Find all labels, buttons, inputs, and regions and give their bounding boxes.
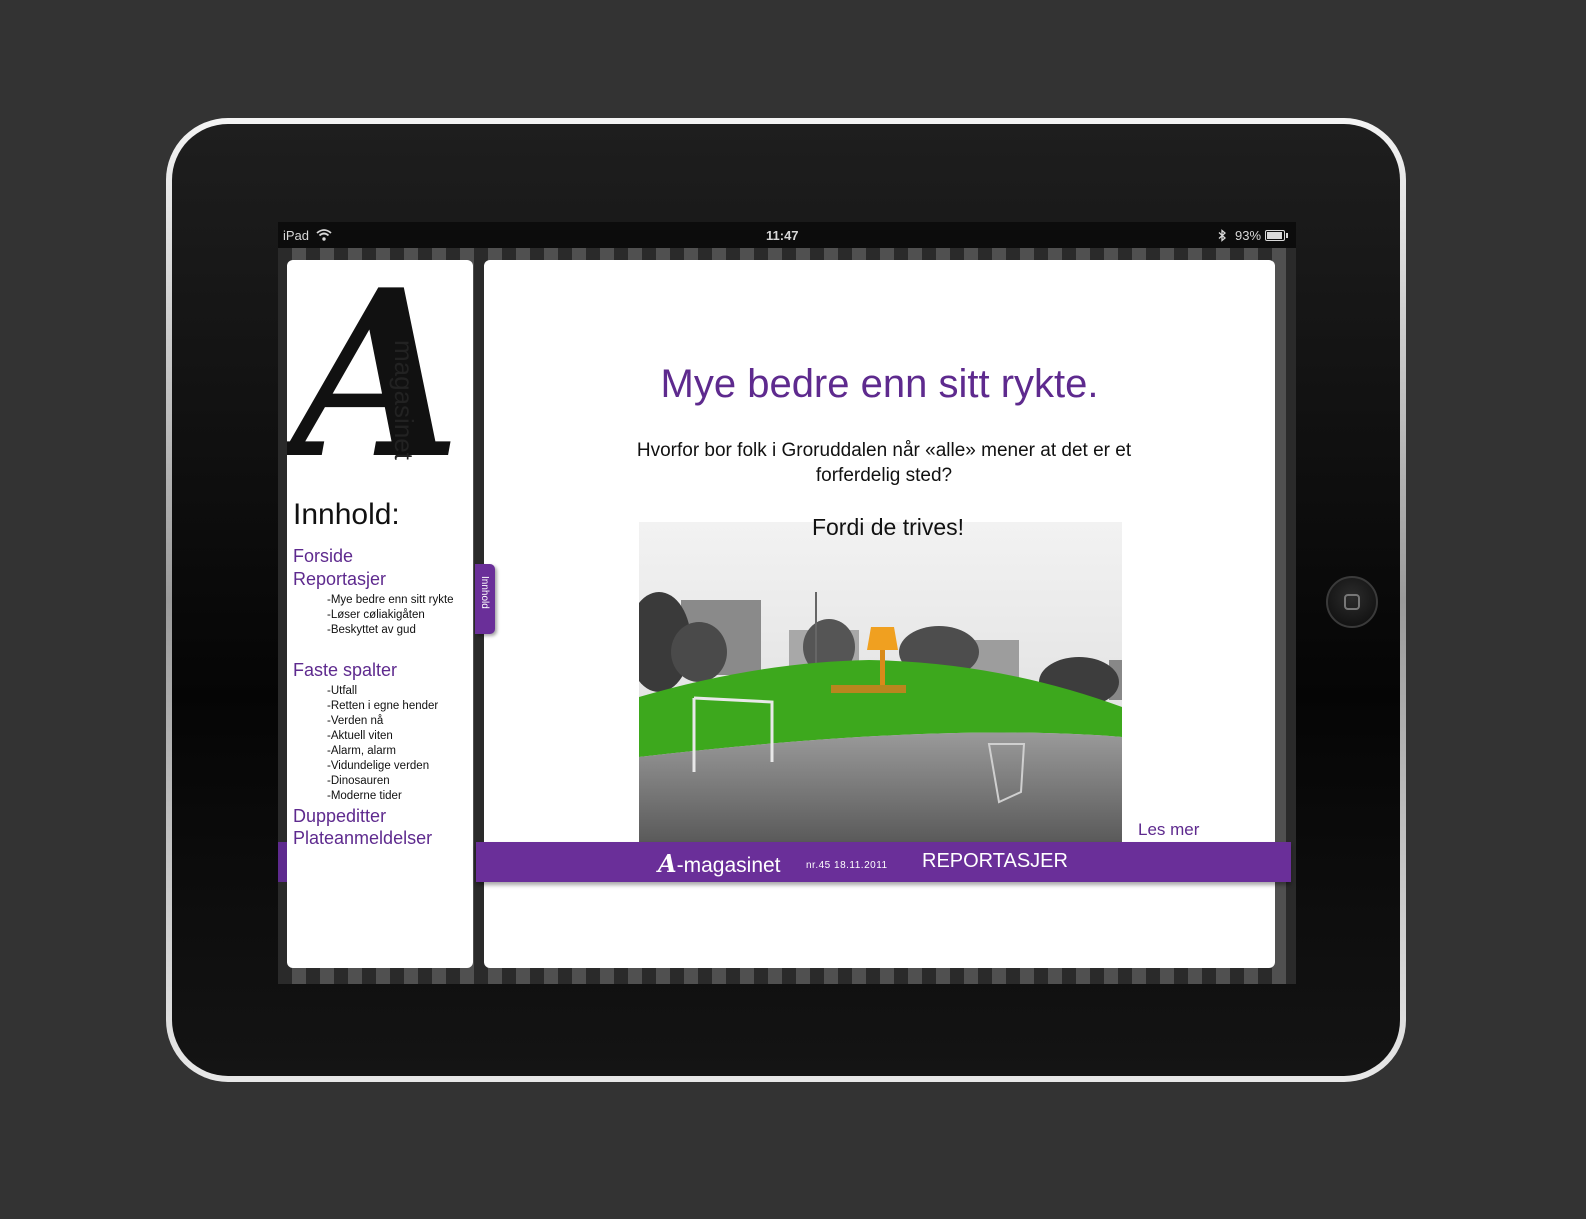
battery-percent: 93% <box>1235 228 1262 243</box>
nav-plateanmeldelser[interactable]: Plateanmeldelser <box>293 828 432 849</box>
nav-sub-item[interactable]: -Moderne tider <box>327 790 402 802</box>
article-sublead: Fordi de trives! <box>811 514 965 540</box>
nav-sub-item[interactable]: -Alarm, alarm <box>327 745 396 757</box>
nav-faste-spalter[interactable]: Faste spalter <box>293 660 397 681</box>
footer-band: A-magasinet nr.45 18.11.2011 REPORTASJER <box>476 842 1291 882</box>
article-headline: Mye bedre enn sitt rykte. <box>660 362 1099 406</box>
nav-forside[interactable]: Forside <box>293 546 353 567</box>
toc-title: Innhold: <box>293 498 400 531</box>
nav-sub-item[interactable]: -Løser cøliakigåten <box>327 609 425 621</box>
sidebar: A magasinet Innhold: Forside Reportasjer… <box>287 260 473 968</box>
status-bar: iPad 11:47 93% <box>278 222 1296 248</box>
nav-sub-item[interactable]: -Mye bedre enn sitt rykte <box>327 594 454 606</box>
footer-brand-letter: A <box>658 849 677 878</box>
article-photo <box>639 522 1122 842</box>
read-more-link[interactable]: Les mer <box>1138 820 1199 840</box>
ipad-screen: iPad 11:47 93% A magasinet Innhold: Fors… <box>278 222 1296 984</box>
bluetooth-icon <box>1218 229 1226 242</box>
issue-info: nr.45 18.11.2011 <box>806 860 888 871</box>
wifi-icon <box>316 229 332 241</box>
footer-brand: A-magasinet <box>658 849 781 878</box>
home-button[interactable] <box>1326 576 1378 628</box>
nav-sub-item[interactable]: -Retten i egne hender <box>327 700 438 712</box>
footer-brand-text: -magasinet <box>676 854 781 877</box>
logo-word: magasinet <box>389 340 419 460</box>
nav-sub-item[interactable]: -Beskyttet av gud <box>327 624 416 636</box>
article-photo-illustration <box>639 522 1122 842</box>
nav-sub-item[interactable]: -Vidundelige verden <box>327 760 429 772</box>
home-square-icon <box>1344 594 1360 610</box>
nav-duppeditter[interactable]: Duppeditter <box>293 806 386 827</box>
nav-sub-item[interactable]: -Dinosauren <box>327 775 390 787</box>
battery-icon <box>1265 230 1288 241</box>
tab-innhold[interactable]: Innhold <box>475 564 495 634</box>
section-label: REPORTASJER <box>922 850 1068 872</box>
nav-reportasjer[interactable]: Reportasjer <box>293 569 386 590</box>
logo-letter: A <box>291 260 461 510</box>
nav-sub-item[interactable]: -Utfall <box>327 685 357 697</box>
clock: 11:47 <box>766 228 799 243</box>
tab-innhold-label: Innhold <box>479 576 490 609</box>
nav-sub-item[interactable]: -Aktuell viten <box>327 730 393 742</box>
nav-sub-item[interactable]: -Verden nå <box>327 715 383 727</box>
article-lead: Hvorfor bor folk i Groruddalen når «alle… <box>636 440 1132 486</box>
footer-band-left <box>278 842 287 882</box>
device-label: iPad <box>283 228 310 243</box>
